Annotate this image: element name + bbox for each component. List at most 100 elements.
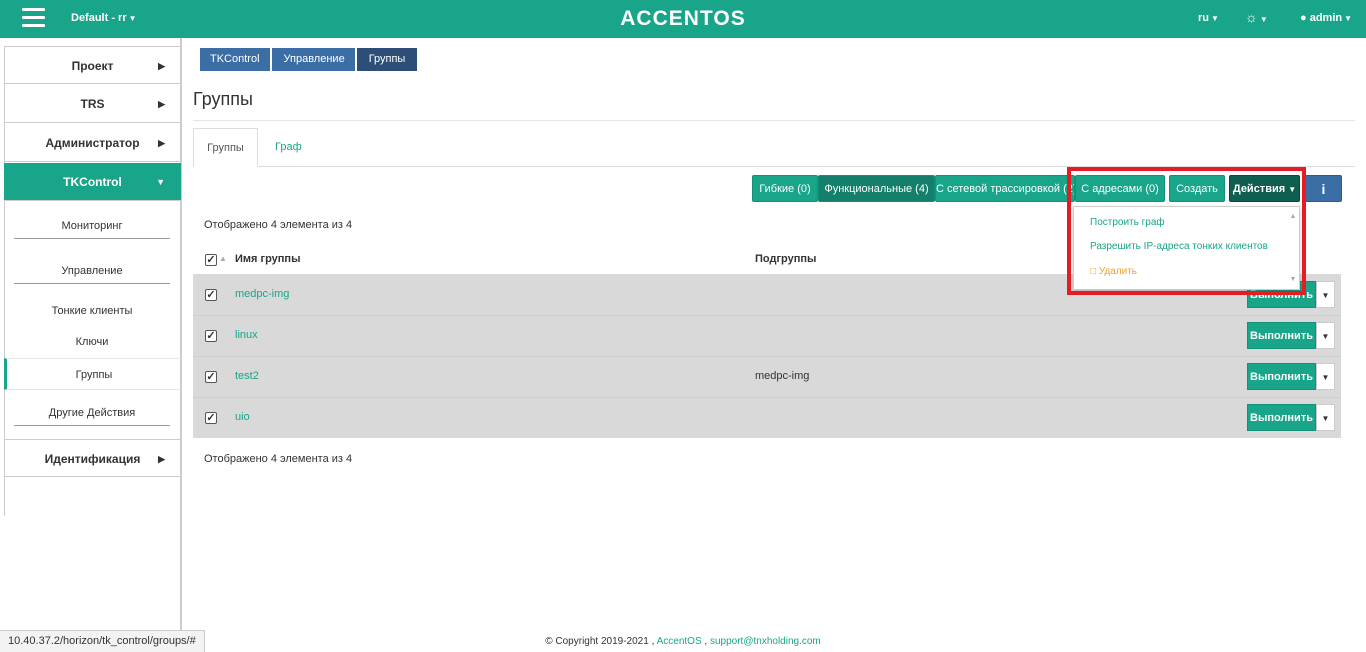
group-name-link[interactable]: test2 — [235, 370, 259, 382]
row-divider — [193, 356, 1341, 357]
sidebar-item-project[interactable]: Проект ▶ — [4, 46, 181, 84]
group-name-link[interactable]: uio — [235, 411, 250, 423]
row-checkbox[interactable]: ✓ — [205, 412, 217, 424]
sidebar-sub-other-actions[interactable]: Другие Действия — [14, 407, 170, 426]
sidebar-item-tkcontrol[interactable]: TKControl ▼ — [4, 163, 181, 201]
actions-dropdown-menu: Построить граф Разрешить IP-адреса тонки… — [1073, 206, 1300, 290]
user-name: admin — [1309, 12, 1343, 24]
filter-functional-button[interactable]: Функциональные (4) — [818, 175, 935, 202]
sidebar-item-identity[interactable]: Идентификация ▶ — [4, 439, 181, 477]
select-all-checkbox[interactable]: ✓ — [205, 254, 217, 266]
execute-button[interactable]: Выполнить — [1247, 404, 1316, 431]
breadcrumb-tkcontrol[interactable]: TKControl — [200, 48, 270, 71]
filter-flexible-button[interactable]: Гибкие (0) — [752, 175, 818, 202]
caret-down-icon: ▼ — [1321, 414, 1330, 423]
table-row — [193, 397, 1341, 438]
chevron-right-icon: ▶ — [158, 454, 165, 464]
caret-down-icon: ▼ — [1344, 14, 1353, 23]
brand-logo: ACCENTOS — [0, 7, 1366, 31]
info-button[interactable]: i — [1305, 175, 1342, 202]
sidebar-sub-keys[interactable]: Ключи — [14, 336, 170, 348]
footer-separator: , — [704, 636, 708, 647]
tab-groups[interactable]: Группы — [193, 128, 258, 167]
create-button[interactable]: Создать — [1169, 175, 1225, 202]
execute-dropdown-toggle[interactable]: ▼ — [1316, 404, 1335, 431]
header-group-name[interactable]: Имя группы — [235, 253, 300, 265]
footer-email-link[interactable]: support@tnxholding.com — [710, 636, 821, 647]
trash-icon: □ — [1090, 266, 1097, 277]
sidebar-item-label: TKControl — [63, 175, 122, 189]
row-checkbox[interactable]: ✓ — [205, 371, 217, 383]
caret-down-icon: ▼ — [1288, 185, 1297, 194]
group-name-link[interactable]: linux — [235, 329, 258, 341]
actions-dropdown-button[interactable]: Действия ▼ — [1229, 175, 1300, 202]
breadcrumb: TKControl Управление Группы — [200, 48, 419, 71]
footer-copyright: © Copyright 2019-2021 , — [545, 636, 655, 647]
subgroup-cell: medpc-img — [755, 370, 810, 382]
caret-down-icon: ▼ — [1259, 15, 1268, 24]
menu-item-delete-label: Удалить — [1098, 266, 1138, 277]
sidebar-sub-thin-clients[interactable]: Тонкие клиенты — [14, 305, 170, 317]
execute-dropdown-toggle[interactable]: ▼ — [1316, 322, 1335, 349]
sidebar-item-trs[interactable]: TRS ▶ — [4, 85, 181, 123]
project-selector-label: Default - rr — [71, 12, 127, 24]
row-checkbox[interactable]: ✓ — [205, 330, 217, 342]
sidebar-item-label: Идентификация — [44, 452, 141, 466]
tab-bar: Группы Граф — [193, 128, 1355, 167]
execute-dropdown-toggle[interactable]: ▼ — [1316, 281, 1335, 308]
chevron-right-icon: ▶ — [158, 138, 165, 148]
sidebar-sub-groups[interactable]: Группы — [4, 358, 181, 390]
chevron-right-icon: ▶ — [158, 99, 165, 109]
header-subgroups: Подгруппы — [755, 253, 817, 265]
title-divider — [193, 120, 1355, 121]
settings-menu[interactable]: ☼ ▼ — [1245, 9, 1268, 25]
top-navbar: Default - rr ▼ ACCENTOS ru ▼ ☼ ▼ ● admin ▼ — [0, 0, 1366, 38]
info-icon: i — [1321, 181, 1326, 197]
menu-item-build-graph[interactable]: Построить граф — [1090, 217, 1165, 228]
project-selector[interactable]: Default - rr ▼ — [71, 12, 137, 24]
scroll-track — [1289, 220, 1297, 276]
sun-icon: ☼ — [1245, 9, 1258, 25]
language-label: ru — [1198, 12, 1209, 24]
count-bottom: Отображено 4 элемента из 4 — [204, 453, 353, 465]
caret-down-icon: ▼ — [128, 14, 137, 23]
sidebar-sub-management[interactable]: Управление — [14, 265, 170, 284]
sort-up-icon[interactable]: ▲ — [219, 254, 227, 263]
tab-graph[interactable]: Граф — [275, 128, 302, 167]
execute-button[interactable]: Выполнить — [1247, 363, 1316, 390]
row-checkbox[interactable]: ✓ — [205, 289, 217, 301]
execute-dropdown-toggle[interactable]: ▼ — [1316, 363, 1335, 390]
sidebar-item-label: Проект — [71, 59, 114, 73]
menu-item-resolve-ip[interactable]: Разрешить IP-адреса тонких клиентов — [1090, 241, 1268, 252]
filter-traced-button[interactable]: С сетевой трассировкой (2) — [935, 175, 1075, 202]
page-title: Группы — [193, 89, 253, 109]
chevron-right-icon: ▶ — [158, 61, 165, 71]
scroll-down-icon: ▼ — [1289, 276, 1297, 283]
execute-button[interactable]: Выполнить — [1247, 322, 1316, 349]
filter-addressed-button[interactable]: С адресами (0) — [1075, 175, 1165, 202]
caret-down-icon: ▼ — [1321, 291, 1330, 300]
breadcrumb-management[interactable]: Управление — [271, 48, 355, 71]
sidebar: Проект ▶ TRS ▶ Администратор ▶ TKControl ▼ М… — [0, 38, 182, 652]
footer: © Copyright 2019-2021 , AccentOS , suppo… — [0, 636, 1366, 647]
actions-label: Действия — [1232, 183, 1286, 195]
scroll-up-icon: ▲ — [1289, 213, 1297, 220]
menu-toggle-icon[interactable] — [22, 8, 45, 29]
user-menu[interactable]: ● admin ▼ — [1300, 12, 1352, 24]
menu-item-delete[interactable]: □ Удалить — [1090, 266, 1137, 277]
count-top: Отображено 4 элемента из 4 — [204, 219, 353, 231]
sidebar-sub-monitoring[interactable]: Мониторинг — [14, 220, 170, 239]
footer-brand-link[interactable]: AccentOS — [657, 636, 702, 647]
caret-down-icon: ▼ — [1211, 14, 1219, 23]
group-name-link[interactable]: medpc-img — [235, 288, 289, 300]
chevron-down-icon: ▼ — [156, 177, 165, 187]
sidebar-item-admin[interactable]: Администратор ▶ — [4, 124, 181, 162]
caret-down-icon: ▼ — [1321, 332, 1330, 341]
language-selector[interactable]: ru ▼ — [1198, 12, 1219, 24]
browser-status-bar: 10.40.37.2/horizon/tk_control/groups/# — [0, 630, 205, 652]
row-divider — [193, 315, 1341, 316]
dropdown-scrollbar[interactable]: ▲ ▼ — [1289, 213, 1297, 285]
brand-logo-text: ACCENTOS — [620, 7, 746, 30]
breadcrumb-groups: Группы — [356, 48, 418, 71]
user-icon: ● — [1300, 12, 1307, 24]
